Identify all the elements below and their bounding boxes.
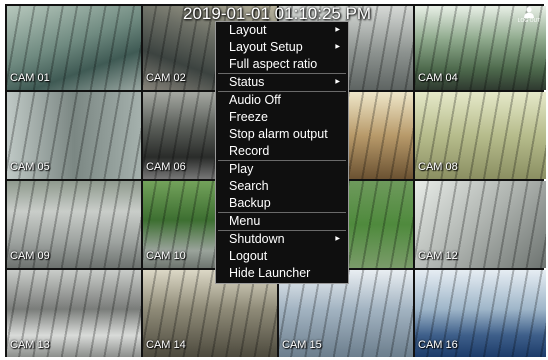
camera-label: CAM 13 xyxy=(10,339,50,351)
menu-item-label: Menu xyxy=(229,214,261,228)
menu-item-layout-setup[interactable]: Layout Setup ▶ xyxy=(216,39,348,56)
menu-item-label: Hide Launcher xyxy=(229,266,311,280)
menu-item-search[interactable]: Search xyxy=(216,178,348,195)
camera-label: CAM 15 xyxy=(282,339,322,351)
menu-item-hide-launcher[interactable]: Hide Launcher xyxy=(216,265,348,282)
menu-item-status[interactable]: Status ▶ xyxy=(216,74,348,91)
camera-label: CAM 12 xyxy=(418,250,458,262)
menu-item-label: Search xyxy=(229,179,269,193)
camera-tile[interactable]: CAM 12 xyxy=(415,181,546,268)
camera-tile[interactable]: CAM 09 xyxy=(7,181,141,268)
camera-label: CAM 06 xyxy=(146,161,186,173)
context-menu: Layout ▶ Layout Setup ▶ Full aspect ratio … xyxy=(215,21,349,284)
logout-corner-button[interactable]: LOG OUT xyxy=(517,6,541,24)
submenu-arrow-icon: ▶ xyxy=(335,236,340,242)
menu-item-label: Layout xyxy=(229,23,267,37)
camera-tile[interactable]: CAM 16 xyxy=(415,270,546,357)
camera-tile[interactable]: CAM 01 xyxy=(7,6,141,90)
camera-label: CAM 04 xyxy=(418,72,458,84)
menu-item-stop-alarm-output[interactable]: Stop alarm output xyxy=(216,126,348,143)
menu-item-label: Stop alarm output xyxy=(229,127,328,141)
camera-label: CAM 10 xyxy=(146,250,186,262)
menu-item-label: Backup xyxy=(229,196,271,210)
camera-tile[interactable]: CAM 13 xyxy=(7,270,141,357)
menu-item-full-aspect-ratio[interactable]: Full aspect ratio xyxy=(216,56,348,73)
menu-item-shutdown[interactable]: Shutdown ▶ xyxy=(216,231,348,248)
menu-item-menu[interactable]: Menu xyxy=(216,213,348,230)
menu-item-record[interactable]: Record xyxy=(216,143,348,160)
menu-item-label: Logout xyxy=(229,249,268,263)
menu-item-layout[interactable]: Layout ▶ xyxy=(216,22,348,39)
menu-item-label: Layout Setup xyxy=(229,40,303,54)
camera-tile[interactable]: CAM 08 xyxy=(415,92,546,179)
menu-item-label: Status xyxy=(229,75,265,89)
camera-label: CAM 09 xyxy=(10,250,50,262)
camera-label: CAM 14 xyxy=(146,339,186,351)
menu-item-backup[interactable]: Backup xyxy=(216,195,348,212)
menu-item-audio-off[interactable]: Audio Off xyxy=(216,92,348,109)
menu-item-label: Record xyxy=(229,144,270,158)
submenu-arrow-icon: ▶ xyxy=(335,44,340,50)
camera-label: CAM 08 xyxy=(418,161,458,173)
camera-label: CAM 16 xyxy=(418,339,458,351)
menu-item-label: Play xyxy=(229,162,254,176)
menu-item-freeze[interactable]: Freeze xyxy=(216,109,348,126)
user-icon xyxy=(524,7,534,18)
logout-corner-label: LOG OUT xyxy=(517,18,541,24)
camera-label: CAM 05 xyxy=(10,161,50,173)
menu-item-label: Shutdown xyxy=(229,232,285,246)
menu-item-label: Full aspect ratio xyxy=(229,57,318,71)
menu-item-label: Audio Off xyxy=(229,93,281,107)
submenu-arrow-icon: ▶ xyxy=(335,79,340,85)
menu-item-label: Freeze xyxy=(229,110,268,124)
camera-label: CAM 02 xyxy=(146,72,186,84)
menu-item-play[interactable]: Play xyxy=(216,161,348,178)
camera-tile[interactable]: CAM 05 xyxy=(7,92,141,179)
camera-label: CAM 01 xyxy=(10,72,50,84)
menu-item-logout[interactable]: Logout xyxy=(216,248,348,265)
submenu-arrow-icon: ▶ xyxy=(335,27,340,33)
